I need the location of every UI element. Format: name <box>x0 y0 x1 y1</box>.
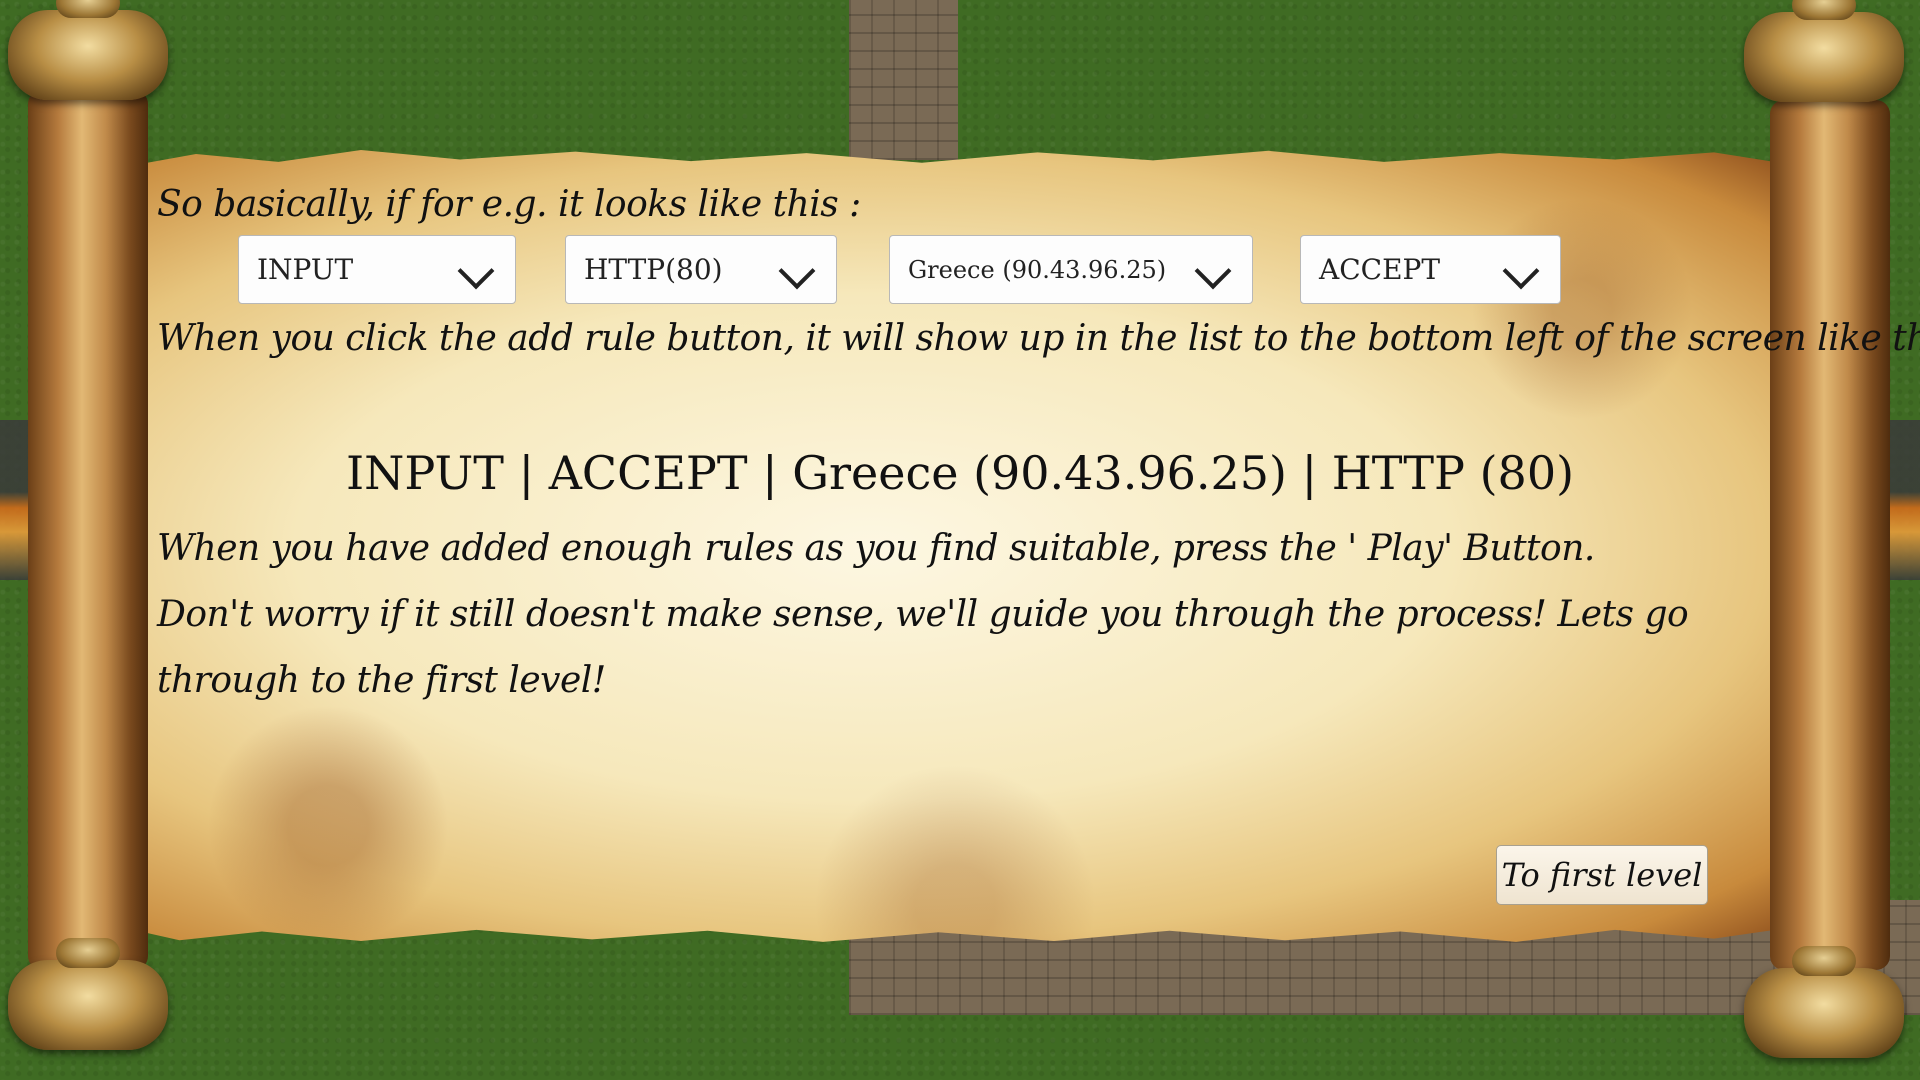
direction-value: INPUT <box>257 253 354 286</box>
torch-left <box>0 420 28 580</box>
protocol-dropdown[interactable]: HTTP(80) <box>565 235 837 304</box>
chevron-down-icon <box>778 252 816 290</box>
chevron-down-icon <box>1194 252 1232 290</box>
scroll-roller-right <box>1770 100 1890 970</box>
direction-dropdown[interactable]: INPUT <box>238 235 516 304</box>
stone-path-top <box>849 0 958 160</box>
add-rule-explanation: When you click the add rule button, it w… <box>157 318 1920 359</box>
chevron-down-icon <box>1502 252 1540 290</box>
rule-preview: INPUT | ACCEPT | Greece (90.43.96.25) | … <box>345 446 1575 500</box>
scroll-knob-top-right <box>1744 0 1904 102</box>
action-dropdown[interactable]: ACCEPT <box>1300 235 1561 304</box>
play-instructions: When you have added enough rules as you … <box>157 528 1689 701</box>
torch-right <box>1890 420 1920 580</box>
chevron-down-icon <box>457 252 495 290</box>
address-dropdown[interactable]: Greece (90.43.96.25) <box>889 235 1253 304</box>
address-value: Greece (90.43.96.25) <box>908 255 1167 284</box>
action-value: ACCEPT <box>1319 253 1441 286</box>
scroll-knob-top-left <box>8 0 168 100</box>
protocol-value: HTTP(80) <box>584 253 723 286</box>
scroll-knob-bottom-right <box>1744 946 1904 1058</box>
scroll-knob-bottom-left <box>8 938 168 1050</box>
to-first-level-button[interactable]: To first level <box>1496 845 1708 905</box>
intro-text: So basically, if for e.g. it looks like … <box>157 184 861 225</box>
scroll-roller-left <box>28 90 148 970</box>
